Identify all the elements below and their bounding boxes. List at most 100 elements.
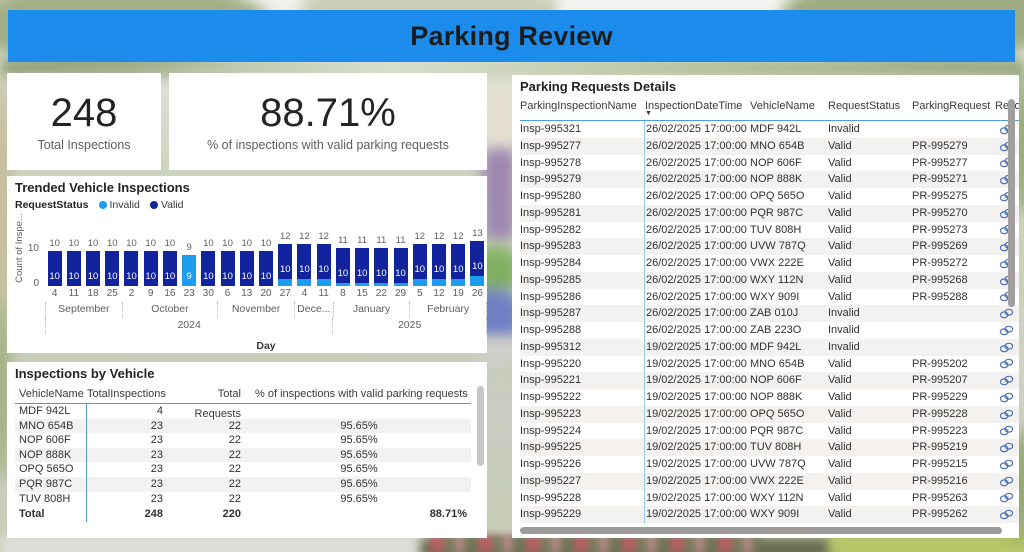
column-header-parkinginspectionname[interactable]: ParkingInspectionName: [520, 97, 644, 120]
requests-table-horizontal-scrollbar[interactable]: [520, 527, 1002, 534]
column-header-requeststatus[interactable]: RequestStatus: [828, 97, 912, 120]
vehicle-table-row[interactable]: MNO 654B 23 22 95.65%: [15, 419, 471, 434]
vehicle-table-row[interactable]: MDF 942L 4: [15, 404, 471, 419]
bar-column[interactable]: 10 10: [218, 218, 237, 286]
bar-column[interactable]: 10 10: [103, 218, 122, 286]
bar-column[interactable]: 12 10: [276, 218, 295, 286]
requests-table-row[interactable]: Insp-995221 19/02/2025 17:00:00 NOP 606F…: [520, 372, 1019, 389]
requests-table-row[interactable]: Insp-995223 19/02/2025 17:00:00 OPQ 565O…: [520, 406, 1019, 423]
requests-table-row[interactable]: Insp-995279 26/02/2025 17:00:00 NOP 888K…: [520, 171, 1019, 188]
bar-column[interactable]: 10 10: [83, 218, 102, 286]
bar-column[interactable]: 11 10: [372, 218, 391, 286]
requests-table-row[interactable]: Insp-995285 26/02/2025 17:00:00 WXY 112N…: [520, 272, 1019, 289]
record-link-icon[interactable]: [999, 476, 1014, 487]
cell-parking-request: PR-995215: [912, 456, 995, 473]
requests-table-row[interactable]: Insp-995222 19/02/2025 17:00:00 NOP 888K…: [520, 389, 1019, 406]
bar-invalid-segment[interactable]: [451, 279, 465, 286]
record-link-icon[interactable]: [999, 358, 1014, 369]
bar-invalid-segment[interactable]: [394, 283, 408, 287]
column-header-recordurl[interactable]: RecordURL: [995, 97, 1019, 120]
bar-column[interactable]: 9 9: [180, 218, 199, 286]
bar-column[interactable]: 10 10: [45, 218, 64, 286]
vehicle-table-row[interactable]: NOP 606F 23 22 95.65%: [15, 433, 471, 448]
bar-column[interactable]: 12 10: [429, 218, 448, 286]
x-axis-month-label: November: [217, 302, 294, 318]
bar-column[interactable]: 11 10: [391, 218, 410, 286]
requests-table-row[interactable]: Insp-995282 26/02/2025 17:00:00 TUV 808H…: [520, 222, 1019, 239]
record-link-icon[interactable]: [999, 425, 1014, 436]
record-link-icon[interactable]: [999, 342, 1014, 353]
bar-invalid-segment[interactable]: [317, 279, 331, 286]
requests-table-row[interactable]: Insp-995283 26/02/2025 17:00:00 UVW 787Q…: [520, 238, 1019, 255]
requests-table-vertical-scrollbar[interactable]: [1008, 99, 1015, 307]
bar-column[interactable]: 12 10: [449, 218, 468, 286]
bar-column[interactable]: 10 10: [160, 218, 179, 286]
requests-table-row[interactable]: Insp-995220 19/02/2025 17:00:00 MNO 654B…: [520, 356, 1019, 373]
vehicle-table-row[interactable]: NOP 888K 23 22 95.65%: [15, 448, 471, 463]
legend-item[interactable]: Valid: [150, 199, 184, 211]
bar-invalid-segment[interactable]: [355, 283, 369, 287]
requests-table-row[interactable]: Insp-995287 26/02/2025 17:00:00 ZAB 010J…: [520, 305, 1019, 322]
legend-item[interactable]: Invalid: [99, 199, 140, 211]
requests-table-row[interactable]: Insp-995225 19/02/2025 17:00:00 TUV 808H…: [520, 439, 1019, 456]
requests-table-row[interactable]: Insp-995224 19/02/2025 17:00:00 PQR 987C…: [520, 423, 1019, 440]
requests-table-row[interactable]: Insp-995286 26/02/2025 17:00:00 WXY 909I…: [520, 289, 1019, 306]
bar-invalid-segment[interactable]: [336, 283, 350, 287]
bar-segment-label: 10: [83, 271, 102, 282]
requests-table-row[interactable]: Insp-995229 19/02/2025 17:00:00 WXY 909I…: [520, 506, 1019, 523]
bar-column[interactable]: 10 10: [122, 218, 141, 286]
bar-invalid-segment[interactable]: [432, 279, 446, 286]
cell-parking-request: PR-995288: [912, 289, 995, 306]
column-header-vehiclename[interactable]: VehicleName: [750, 97, 828, 120]
bar-column[interactable]: 10 10: [64, 218, 83, 286]
record-link-icon[interactable]: [999, 308, 1014, 319]
bar-column[interactable]: 10 10: [141, 218, 160, 286]
bar-column[interactable]: 11 10: [353, 218, 372, 286]
bar-column[interactable]: 12 10: [314, 218, 333, 286]
bar-invalid-segment[interactable]: [278, 279, 292, 286]
vehicle-table-row[interactable]: TUV 808H 23 22 95.65%: [15, 492, 471, 507]
bar-column[interactable]: 10 10: [199, 218, 218, 286]
sort-descending-icon[interactable]: ▼: [645, 109, 652, 119]
bar-column[interactable]: 12 10: [410, 218, 429, 286]
cell-vehicle-name: OPQ 565O: [750, 406, 828, 423]
bar-column[interactable]: 10 10: [237, 218, 256, 286]
bar-column[interactable]: 12 10: [295, 218, 314, 286]
requests-table-row[interactable]: Insp-995226 19/02/2025 17:00:00 UVW 787Q…: [520, 456, 1019, 473]
bar-column[interactable]: 11 10: [333, 218, 352, 286]
requests-table-row[interactable]: Insp-995284 26/02/2025 17:00:00 VWX 222E…: [520, 255, 1019, 272]
record-link-icon[interactable]: [999, 442, 1014, 453]
bar-segment-label: 9: [180, 271, 199, 282]
record-link-icon[interactable]: [999, 459, 1014, 470]
requests-table-row[interactable]: Insp-995288 26/02/2025 17:00:00 ZAB 223O…: [520, 322, 1019, 339]
record-link-icon[interactable]: [999, 392, 1014, 403]
requests-table-row[interactable]: Insp-995228 19/02/2025 17:00:00 WXY 112N…: [520, 490, 1019, 507]
cell-total-requests: 22: [169, 448, 247, 463]
requests-table-row[interactable]: Insp-995227 19/02/2025 17:00:00 VWX 222E…: [520, 473, 1019, 490]
record-link-icon[interactable]: [999, 375, 1014, 386]
bar-segment-label: 10: [314, 264, 333, 275]
requests-table-row[interactable]: Insp-995278 26/02/2025 17:00:00 NOP 606F…: [520, 155, 1019, 172]
requests-table-row[interactable]: Insp-995321 26/02/2025 17:00:00 MDF 942L…: [520, 121, 1019, 138]
requests-table-row[interactable]: Insp-995281 26/02/2025 17:00:00 PQR 987C…: [520, 205, 1019, 222]
record-link-icon[interactable]: [999, 409, 1014, 420]
bar-invalid-segment[interactable]: [374, 283, 388, 287]
cell-parking-request: PR-995273: [912, 222, 995, 239]
bar-invalid-segment[interactable]: [413, 279, 427, 286]
bar-column[interactable]: 10 10: [256, 218, 275, 286]
x-axis-day-tick: 30: [199, 288, 218, 299]
bar-invalid-segment[interactable]: [297, 279, 311, 286]
vehicle-table-row[interactable]: PQR 987C 23 22 95.65%: [15, 477, 471, 492]
requests-table-row[interactable]: Insp-995280 26/02/2025 17:00:00 OPQ 565O…: [520, 188, 1019, 205]
column-header-inspectiondatetime[interactable]: InspectionDateTime: [644, 97, 750, 120]
vehicle-table-row[interactable]: OPQ 565O 23 22 95.65%: [15, 462, 471, 477]
record-link-icon[interactable]: [999, 325, 1014, 336]
bar-invalid-segment[interactable]: [470, 276, 484, 287]
record-link-icon[interactable]: [999, 509, 1014, 520]
requests-table-row[interactable]: Insp-995312 19/02/2025 17:00:00 MDF 942L…: [520, 339, 1019, 356]
bar-column[interactable]: 13 10: [468, 218, 487, 286]
record-link-icon[interactable]: [999, 492, 1014, 503]
column-header-parkingrequest[interactable]: ParkingRequest: [912, 97, 995, 120]
vehicle-table-scrollbar[interactable]: [477, 386, 484, 466]
requests-table-row[interactable]: Insp-995277 26/02/2025 17:00:00 MNO 654B…: [520, 138, 1019, 155]
